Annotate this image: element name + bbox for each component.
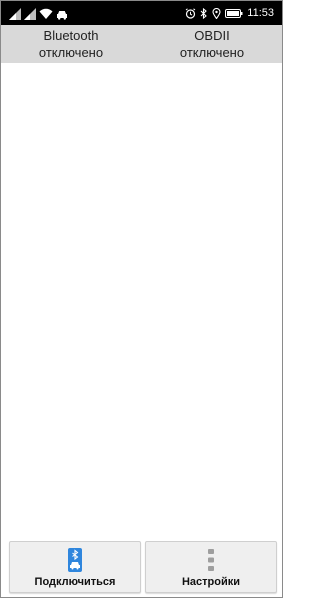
settings-dots-icon [206,548,216,572]
obd-state: отключено [179,45,245,60]
battery-icon [225,8,243,18]
connection-status-header: Bluetooth отключено OBDII отключено [1,25,282,63]
wifi-icon [39,8,53,20]
status-bar: 11:53 [1,1,282,25]
connect-button[interactable]: Подключиться [9,541,141,593]
signal-icon [24,8,36,20]
bluetooth-state: отключено [38,45,104,60]
signal-icon [9,8,21,20]
settings-button-label: Настройки [181,576,241,588]
status-bar-right: 11:53 [185,5,274,21]
location-icon [212,7,221,19]
bluetooth-status: Bluetooth отключено [1,25,141,61]
obd-status: OBDII отключено [142,25,282,61]
bluetooth-title: Bluetooth [43,28,99,43]
status-bar-left [9,6,68,20]
car-icon [56,10,68,20]
app-window: 11:53 Bluetooth отключено OBDII отключен… [0,0,283,598]
alarm-icon [185,7,196,19]
bluetooth-icon [200,7,208,19]
status-time: 11:53 [247,7,274,19]
bluetooth-car-icon [68,548,82,572]
connect-button-label: Подключиться [34,576,116,588]
settings-button[interactable]: Настройки [145,541,277,593]
main-content [1,63,282,537]
obd-title: OBDII [194,28,230,43]
